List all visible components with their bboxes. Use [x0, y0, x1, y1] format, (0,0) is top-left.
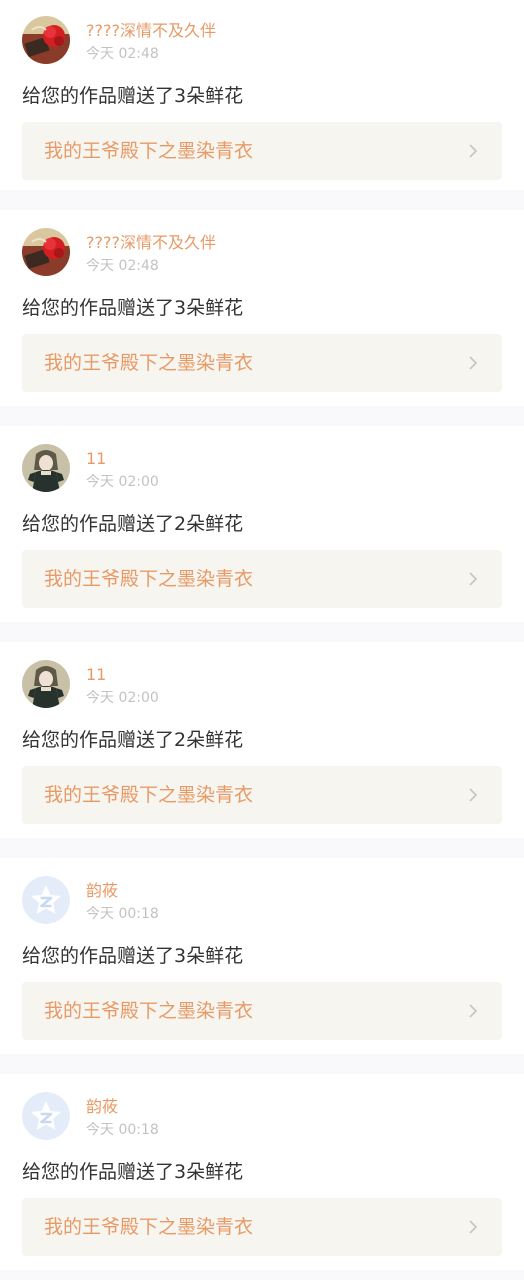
- gift-message: 给您的作品赠送了3朵鲜花: [22, 85, 244, 107]
- work-link[interactable]: 我的王爷殿下之墨染青衣: [22, 334, 502, 392]
- notification-card: ????深情不及久伴 今天 02:48 给您的作品赠送了3朵鲜花 我的王爷殿下之…: [0, 0, 524, 190]
- notification-card: 韵莜 今天 00:18 给您的作品赠送了3朵鲜花 我的王爷殿下之墨染青衣: [0, 858, 524, 1054]
- timestamp: 今天 02:00: [86, 474, 159, 490]
- timestamp: 今天 00:18: [86, 906, 159, 922]
- work-link[interactable]: 我的王爷殿下之墨染青衣: [22, 122, 502, 180]
- avatar[interactable]: [22, 660, 70, 708]
- chevron-right-icon: [465, 143, 481, 159]
- username[interactable]: 韵莜: [86, 881, 118, 901]
- gift-message: 给您的作品赠送了3朵鲜花: [22, 297, 244, 319]
- avatar[interactable]: [22, 444, 70, 492]
- work-title: 我的王爷殿下之墨染青衣: [44, 1000, 254, 1022]
- chevron-right-icon: [465, 1003, 481, 1019]
- chevron-right-icon: [465, 787, 481, 803]
- notification-feed: ????深情不及久伴 今天 02:48 给您的作品赠送了3朵鲜花 我的王爷殿下之…: [0, 0, 524, 1270]
- work-link[interactable]: 我的王爷殿下之墨染青衣: [22, 1198, 502, 1256]
- chevron-right-icon: [465, 1219, 481, 1235]
- username[interactable]: ????深情不及久伴: [86, 21, 216, 41]
- work-link[interactable]: 我的王爷殿下之墨染青衣: [22, 766, 502, 824]
- anime-girl-avatar-icon: [22, 444, 70, 492]
- avatar[interactable]: [22, 228, 70, 276]
- timestamp: 今天 02:00: [86, 690, 159, 706]
- username[interactable]: ????深情不及久伴: [86, 233, 216, 253]
- notification-card: 11 今天 02:00 给您的作品赠送了2朵鲜花 我的王爷殿下之墨染青衣: [0, 642, 524, 838]
- avatar[interactable]: [22, 1092, 70, 1140]
- timestamp: 今天 02:48: [86, 258, 159, 274]
- notification-card: 韵莜 今天 00:18 给您的作品赠送了3朵鲜花 我的王爷殿下之墨染青衣: [0, 1074, 524, 1270]
- red-flower-avatar-icon: [22, 16, 70, 64]
- timestamp: 今天 00:18: [86, 1122, 159, 1138]
- notification-card: 11 今天 02:00 给您的作品赠送了2朵鲜花 我的王爷殿下之墨染青衣: [0, 426, 524, 622]
- work-title: 我的王爷殿下之墨染青衣: [44, 784, 254, 806]
- notification-card: ????深情不及久伴 今天 02:48 给您的作品赠送了3朵鲜花 我的王爷殿下之…: [0, 210, 524, 406]
- work-link[interactable]: 我的王爷殿下之墨染青衣: [22, 550, 502, 608]
- gift-message: 给您的作品赠送了2朵鲜花: [22, 513, 244, 535]
- work-title: 我的王爷殿下之墨染青衣: [44, 140, 254, 162]
- gift-message: 给您的作品赠送了3朵鲜花: [22, 1161, 244, 1183]
- work-title: 我的王爷殿下之墨染青衣: [44, 1216, 254, 1238]
- gift-message: 给您的作品赠送了3朵鲜花: [22, 945, 244, 967]
- work-link[interactable]: 我的王爷殿下之墨染青衣: [22, 982, 502, 1040]
- qq-zone-star-avatar-icon: [22, 1092, 70, 1140]
- gift-message: 给您的作品赠送了2朵鲜花: [22, 729, 244, 751]
- work-title: 我的王爷殿下之墨染青衣: [44, 568, 254, 590]
- chevron-right-icon: [465, 355, 481, 371]
- work-title: 我的王爷殿下之墨染青衣: [44, 352, 254, 374]
- chevron-right-icon: [465, 571, 481, 587]
- avatar[interactable]: [22, 16, 70, 64]
- username[interactable]: 11: [86, 449, 106, 469]
- timestamp: 今天 02:48: [86, 46, 159, 62]
- username[interactable]: 11: [86, 665, 106, 685]
- anime-girl-avatar-icon: [22, 660, 70, 708]
- qq-zone-star-avatar-icon: [22, 876, 70, 924]
- red-flower-avatar-icon: [22, 228, 70, 276]
- username[interactable]: 韵莜: [86, 1097, 118, 1117]
- avatar[interactable]: [22, 876, 70, 924]
